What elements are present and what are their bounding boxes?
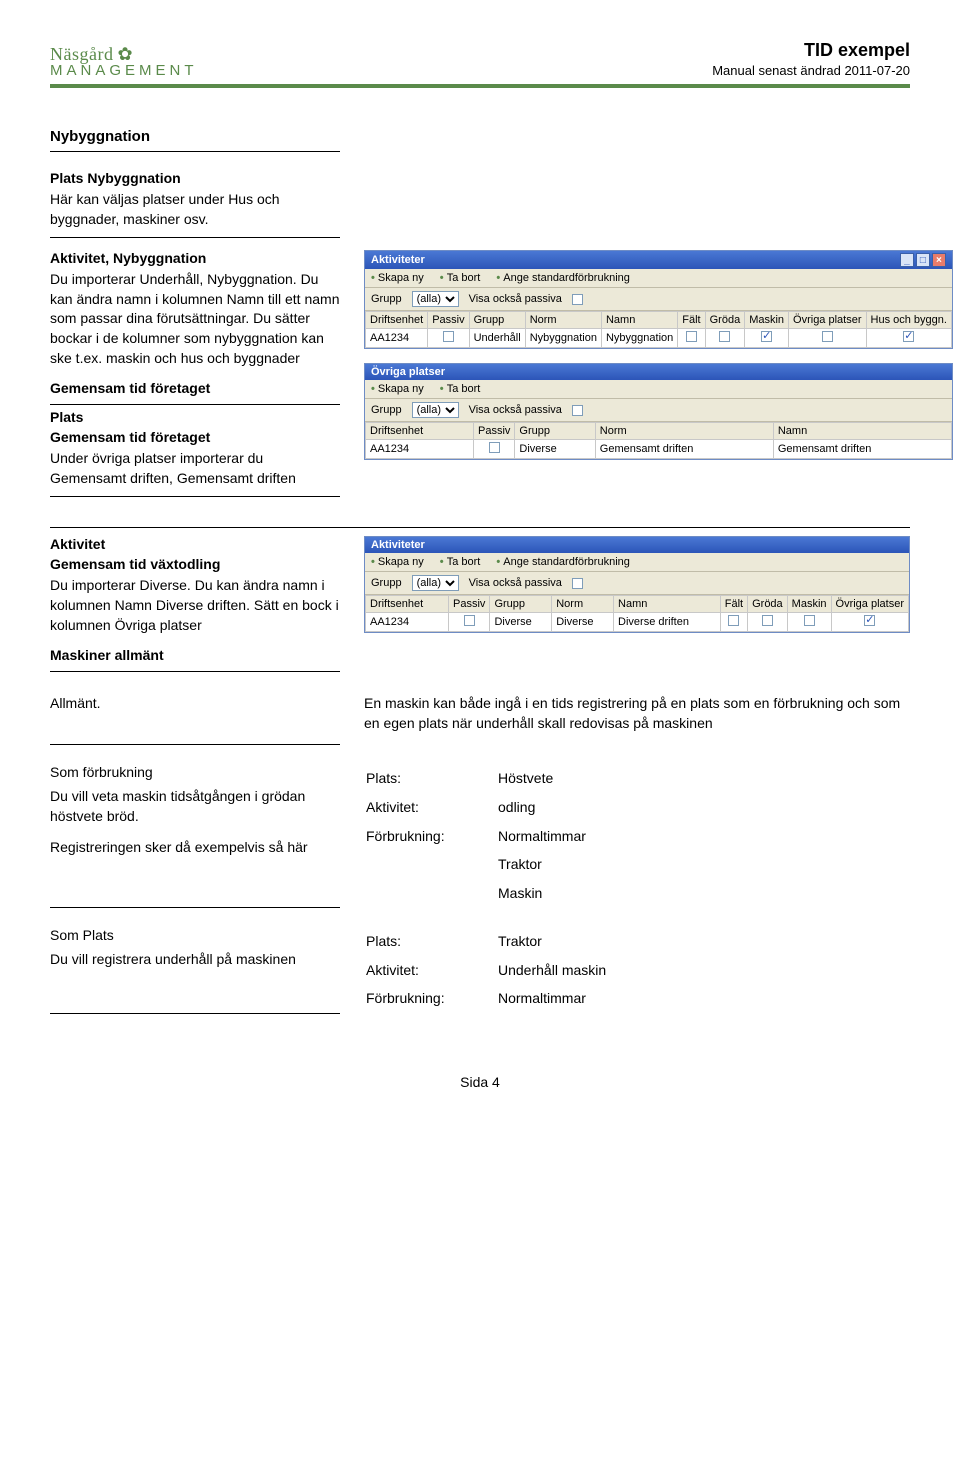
- win2-grid: Driftsenhet Passiv Grupp Norm Namn AA123…: [365, 422, 952, 459]
- som-plats-kv: Plats:Traktor Aktivitet:Underhåll maskin…: [364, 926, 608, 1014]
- subheading-gemensam-tid-vaxtodling: Gemensam tid växtodling: [50, 556, 340, 572]
- forbrukning-kv: Plats:Höstvete Aktivitet:odling Förbrukn…: [364, 763, 588, 908]
- allmant-text: En maskin kan både ingå i en tids regist…: [364, 694, 910, 733]
- doc-title: TID exempel: [712, 40, 910, 61]
- som-forbrukning-head: Som förbrukning: [50, 763, 340, 783]
- filter-label: Grupp: [371, 293, 402, 305]
- subheading-plats-nybyggnation: Plats Nybyggnation: [50, 170, 340, 186]
- heading-nybyggnation: Nybyggnation: [50, 128, 340, 152]
- tb-skapa-ny[interactable]: Skapa ny: [371, 383, 424, 395]
- subheading-plats: Plats: [50, 409, 340, 425]
- som-plats-head: Som Plats: [50, 926, 340, 946]
- para-sec4: Du importerar Diverse. Du kan ändra namn…: [50, 576, 340, 635]
- som-forbrukning-para2: Registreringen sker då exempelvis så här: [50, 838, 340, 858]
- visa-passiva-checkbox[interactable]: [572, 294, 583, 305]
- tb-ange-std[interactable]: Ange standardförbrukning: [496, 272, 630, 284]
- page-number: Sida 4: [50, 1074, 910, 1090]
- close-icon[interactable]: ×: [932, 253, 946, 267]
- grupp-select[interactable]: (alla): [412, 402, 459, 418]
- leaf-icon: ✿: [117, 45, 133, 63]
- win3-grid: Driftsenhet Passiv Grupp Norm Namn Fält …: [365, 595, 909, 632]
- page-header: Näsgård ✿ MANAGEMENT TID exempel Manual …: [50, 40, 910, 88]
- grupp-select[interactable]: (alla): [412, 575, 459, 591]
- logo-bottom-text: MANAGEMENT: [50, 63, 198, 78]
- tb-skapa-ny[interactable]: Skapa ny: [371, 272, 424, 284]
- table-row: AA1234 Diverse Diverse Diverse driften: [366, 613, 909, 632]
- subheading-gemensam-tid-foretaget-2: Gemensam tid företaget: [50, 429, 340, 445]
- tb-ta-bort[interactable]: Ta bort: [440, 272, 481, 284]
- visa-passiva[interactable]: Visa också passiva: [469, 293, 562, 305]
- screenshot-ovriga-platser: Övriga platser Skapa ny Ta bort Grupp (a…: [364, 363, 953, 460]
- subheading-aktivitet: Aktivitet: [50, 536, 340, 552]
- table-row: AA1234 Underhåll Nybyggnation Nybyggnati…: [366, 329, 952, 348]
- win3-title: Aktiviteter: [371, 539, 425, 551]
- doc-subtitle: Manual senast ändrad 2011-07-20: [712, 61, 910, 78]
- logo-top-text: Näsgård: [50, 45, 113, 63]
- grupp-select[interactable]: (alla): [412, 291, 459, 307]
- para-sec2: Du importerar Underhåll, Nybyggnation. D…: [50, 270, 340, 368]
- para-sec3: Under övriga platser importerar du Gemen…: [50, 449, 340, 497]
- win1-title: Aktiviteter: [371, 254, 425, 266]
- subheading-aktivitet-nybyggnation: Aktivitet, Nybyggnation: [50, 250, 340, 266]
- som-forbrukning-para1: Du vill veta maskin tidsåtgången i gröda…: [50, 787, 340, 826]
- subheading-maskiner-allmant: Maskiner allmänt: [50, 647, 340, 672]
- minimize-icon[interactable]: _: [900, 253, 914, 267]
- som-plats-para: Du vill registrera underhåll på maskinen: [50, 950, 340, 970]
- subheading-gemensam-tid-foretaget: Gemensam tid företaget: [50, 380, 340, 405]
- screenshot-aktiviteter-1: Aktiviteter _ □ × Skapa ny Ta bort Ange …: [364, 250, 953, 349]
- screenshot-aktiviteter-2: Aktiviteter Skapa ny Ta bort Ange standa…: [364, 536, 910, 633]
- win1-grid: Driftsenhet Passiv Grupp Norm Namn Fält …: [365, 311, 952, 348]
- logo: Näsgård ✿ MANAGEMENT: [50, 45, 198, 78]
- allmant-label: Allmänt.: [50, 694, 340, 714]
- table-row: AA1234 Diverse Gemensamt driften Gemensa…: [366, 440, 952, 459]
- maximize-icon[interactable]: □: [916, 253, 930, 267]
- win2-title: Övriga platser: [371, 366, 445, 378]
- tb-ta-bort[interactable]: Ta bort: [440, 383, 481, 395]
- para-sec1: Här kan väljas platser under Hus och byg…: [50, 190, 340, 238]
